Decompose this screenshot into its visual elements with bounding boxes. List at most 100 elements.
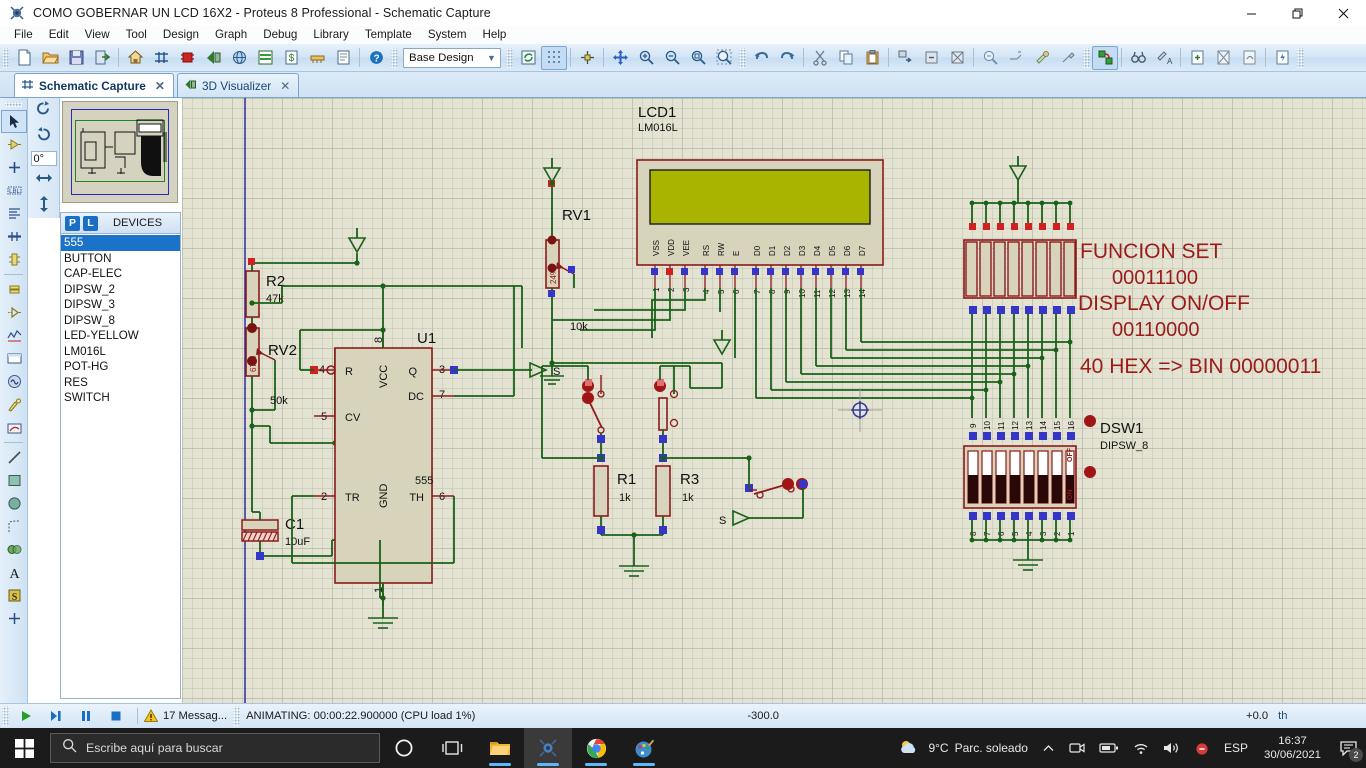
graph-mode-tool[interactable] bbox=[1, 324, 27, 347]
junction-dot-tool[interactable] bbox=[1, 156, 27, 179]
clock[interactable]: 16:37 30/06/2021 bbox=[1255, 728, 1330, 768]
undo-button[interactable] bbox=[748, 46, 774, 70]
generator-mode-tool[interactable] bbox=[1, 370, 27, 393]
bill-report-button[interactable] bbox=[1269, 46, 1295, 70]
menu-debug[interactable]: Debug bbox=[255, 26, 305, 44]
volume-icon[interactable] bbox=[1156, 728, 1187, 768]
show-hidden-icons-button[interactable] bbox=[1035, 728, 1062, 768]
refresh-button[interactable] bbox=[515, 46, 541, 70]
schematic-drawing[interactable]: .w{stroke:#196119;stroke-width:1.8;fill:… bbox=[182, 98, 1366, 703]
help-button[interactable]: ? bbox=[363, 46, 389, 70]
menu-tool[interactable]: Tool bbox=[118, 26, 155, 44]
maximize-button[interactable] bbox=[1274, 0, 1320, 26]
device-item-555[interactable]: 555 bbox=[61, 235, 180, 251]
schematic-capture-button[interactable] bbox=[148, 46, 174, 70]
menu-file[interactable]: File bbox=[6, 26, 41, 44]
camera-icon[interactable] bbox=[1062, 728, 1092, 768]
tape-recorder-tool[interactable] bbox=[1, 347, 27, 370]
decompose-button[interactable] bbox=[1055, 46, 1081, 70]
toolbar-grip[interactable] bbox=[2, 47, 9, 68]
block-delete-button[interactable] bbox=[944, 46, 970, 70]
device-item-dipsw-8[interactable]: DIPSW_8 bbox=[61, 313, 180, 329]
device-item-switch[interactable]: SWITCH bbox=[61, 390, 180, 406]
report-button[interactable] bbox=[330, 46, 356, 70]
preview-panel[interactable] bbox=[62, 101, 178, 203]
menu-design[interactable]: Design bbox=[155, 26, 207, 44]
rotate-clockwise-button[interactable] bbox=[28, 98, 59, 124]
new-document-button[interactable] bbox=[11, 46, 37, 70]
file-explorer-icon[interactable] bbox=[476, 728, 524, 768]
devices-list[interactable]: 555 BUTTON CAP-ELEC DIPSW_2 DIPSW_3 DIPS… bbox=[60, 234, 181, 699]
device-item-cap-elec[interactable]: CAP-ELEC bbox=[61, 266, 180, 282]
pan-button[interactable] bbox=[607, 46, 633, 70]
bom-button[interactable] bbox=[252, 46, 278, 70]
block-copy-button[interactable] bbox=[892, 46, 918, 70]
menu-edit[interactable]: Edit bbox=[41, 26, 77, 44]
search-input[interactable]: Escribe aquí para buscar bbox=[50, 733, 380, 763]
device-item-res[interactable]: RES bbox=[61, 375, 180, 391]
design-explorer-button[interactable] bbox=[226, 46, 252, 70]
stop-button[interactable] bbox=[101, 705, 131, 727]
property-assignment-button[interactable]: A bbox=[1151, 46, 1177, 70]
zoom-out-button[interactable] bbox=[659, 46, 685, 70]
wire-label-tool[interactable]: LBL bbox=[1, 179, 27, 202]
2d-line-tool[interactable] bbox=[1, 446, 27, 469]
open-button[interactable] bbox=[37, 46, 63, 70]
virtual-instrument-tool[interactable] bbox=[1, 416, 27, 439]
rotate-counterclockwise-button[interactable] bbox=[28, 124, 59, 150]
symbol-tool[interactable]: S bbox=[1, 584, 27, 607]
notifications-button[interactable]: 2 bbox=[1330, 728, 1366, 768]
redo-button[interactable] bbox=[774, 46, 800, 70]
windows-start-icon[interactable] bbox=[0, 728, 48, 768]
buses-tool[interactable] bbox=[1, 225, 27, 248]
make-device-button[interactable] bbox=[1003, 46, 1029, 70]
schematic-canvas[interactable]: .w{stroke:#196119;stroke-width:1.8;fill:… bbox=[182, 98, 1366, 703]
toolbar-grip[interactable] bbox=[739, 47, 746, 68]
2d-text-tool[interactable]: A bbox=[1, 561, 27, 584]
cadcam-button[interactable] bbox=[304, 46, 330, 70]
pick-from-libraries-button[interactable]: P bbox=[65, 215, 80, 231]
cut-button[interactable] bbox=[807, 46, 833, 70]
weather-widget[interactable]: 9°C Parc. soleado bbox=[892, 728, 1035, 768]
terminals-mode-tool[interactable] bbox=[1, 278, 27, 301]
selection-mode-tool[interactable] bbox=[1, 110, 27, 133]
menu-help[interactable]: Help bbox=[475, 26, 515, 44]
packaging-tool-button[interactable] bbox=[1029, 46, 1055, 70]
paint-icon[interactable] bbox=[620, 728, 668, 768]
origin-button[interactable] bbox=[574, 46, 600, 70]
battery-icon[interactable] bbox=[1092, 728, 1126, 768]
close-icon[interactable]: ✕ bbox=[155, 79, 165, 93]
messages-status[interactable]: 17 Messag... bbox=[163, 710, 227, 722]
play-button[interactable] bbox=[11, 705, 41, 727]
close-icon[interactable]: ✕ bbox=[280, 79, 290, 93]
device-item-button[interactable]: BUTTON bbox=[61, 251, 180, 267]
design-combo[interactable]: Base Design ▼ bbox=[403, 47, 501, 68]
menu-graph[interactable]: Graph bbox=[207, 26, 255, 44]
wire-autorouter-button[interactable] bbox=[1092, 45, 1118, 70]
device-item-pot-hg[interactable]: POT-HG bbox=[61, 359, 180, 375]
2d-arc-tool[interactable] bbox=[1, 515, 27, 538]
2d-box-tool[interactable] bbox=[1, 469, 27, 492]
toolbar-grip[interactable] bbox=[506, 47, 513, 68]
mirror-vertical-button[interactable] bbox=[28, 193, 59, 219]
device-item-dipsw-3[interactable]: DIPSW_3 bbox=[61, 297, 180, 313]
2d-circle-tool[interactable] bbox=[1, 492, 27, 515]
cortana-icon[interactable] bbox=[380, 728, 428, 768]
marker-tool[interactable] bbox=[1, 607, 27, 630]
search-tag-button[interactable] bbox=[1125, 46, 1151, 70]
menu-template[interactable]: Template bbox=[357, 26, 420, 44]
device-item-lm016l[interactable]: LM016L bbox=[61, 344, 180, 360]
subcircuit-tool[interactable] bbox=[1, 248, 27, 271]
import-button[interactable] bbox=[89, 46, 115, 70]
bill-of-materials-button[interactable]: $ bbox=[278, 46, 304, 70]
pcb-layout-button[interactable] bbox=[174, 46, 200, 70]
proteus-icon[interactable] bbox=[524, 728, 572, 768]
menu-system[interactable]: System bbox=[420, 26, 475, 44]
exit-sheet-button[interactable] bbox=[1236, 46, 1262, 70]
menu-library[interactable]: Library bbox=[305, 26, 356, 44]
wifi-icon[interactable] bbox=[1126, 728, 1156, 768]
save-button[interactable] bbox=[63, 46, 89, 70]
paste-button[interactable] bbox=[859, 46, 885, 70]
copy-button[interactable] bbox=[833, 46, 859, 70]
close-button[interactable] bbox=[1320, 0, 1366, 26]
